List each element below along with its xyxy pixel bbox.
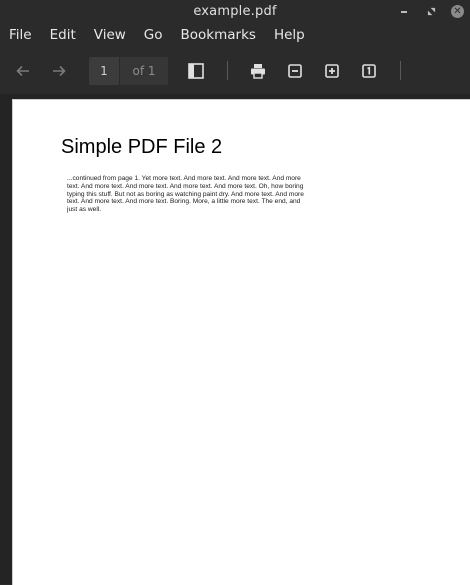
- window-controls: ✕: [397, 2, 464, 20]
- window-title: example.pdf: [193, 3, 277, 19]
- title-bar: example.pdf ✕: [0, 0, 470, 22]
- menu-file[interactable]: File: [0, 27, 41, 43]
- back-button[interactable]: [13, 61, 33, 81]
- minimize-icon: [401, 11, 407, 13]
- close-icon: ✕: [453, 5, 462, 17]
- menu-view[interactable]: View: [85, 27, 135, 43]
- close-button[interactable]: ✕: [451, 4, 464, 18]
- pdf-body-text: ...continued from page 1. Yet more text.…: [67, 175, 304, 214]
- zoom-in-icon: [325, 64, 339, 78]
- page-number-input[interactable]: 1: [89, 57, 119, 85]
- document-view[interactable]: Simple PDF File 2 ...continued from page…: [0, 94, 470, 585]
- forward-arrow-icon: [53, 65, 66, 77]
- print-button[interactable]: [248, 61, 268, 81]
- zoom-out-icon: [288, 64, 302, 78]
- pdf-page: Simple PDF File 2 ...continued from page…: [12, 99, 470, 585]
- menu-go[interactable]: Go: [135, 27, 172, 43]
- page-total-label: of 1: [120, 57, 168, 85]
- sidebar-toggle-button[interactable]: [186, 61, 206, 81]
- fit-page-icon: [362, 64, 376, 78]
- fit-page-button[interactable]: [359, 61, 379, 81]
- toolbar-separator: [400, 61, 401, 80]
- toolbar: 1 of 1: [0, 48, 470, 94]
- menu-bookmarks[interactable]: Bookmarks: [172, 27, 265, 43]
- maximize-button[interactable]: [424, 4, 438, 18]
- menu-edit[interactable]: Edit: [41, 27, 85, 43]
- print-icon: [251, 64, 265, 79]
- sidebar-toggle-icon: [188, 63, 204, 79]
- menu-help[interactable]: Help: [265, 27, 314, 43]
- zoom-out-button[interactable]: [285, 61, 305, 81]
- minimize-button[interactable]: [397, 4, 411, 18]
- maximize-icon: [427, 7, 435, 15]
- back-arrow-icon: [16, 65, 29, 77]
- toolbar-separator: [227, 61, 228, 80]
- forward-button[interactable]: [49, 61, 69, 81]
- menu-bar: File Edit View Go Bookmarks Help: [0, 22, 470, 48]
- pdf-heading: Simple PDF File 2: [61, 136, 223, 158]
- zoom-in-button[interactable]: [322, 61, 342, 81]
